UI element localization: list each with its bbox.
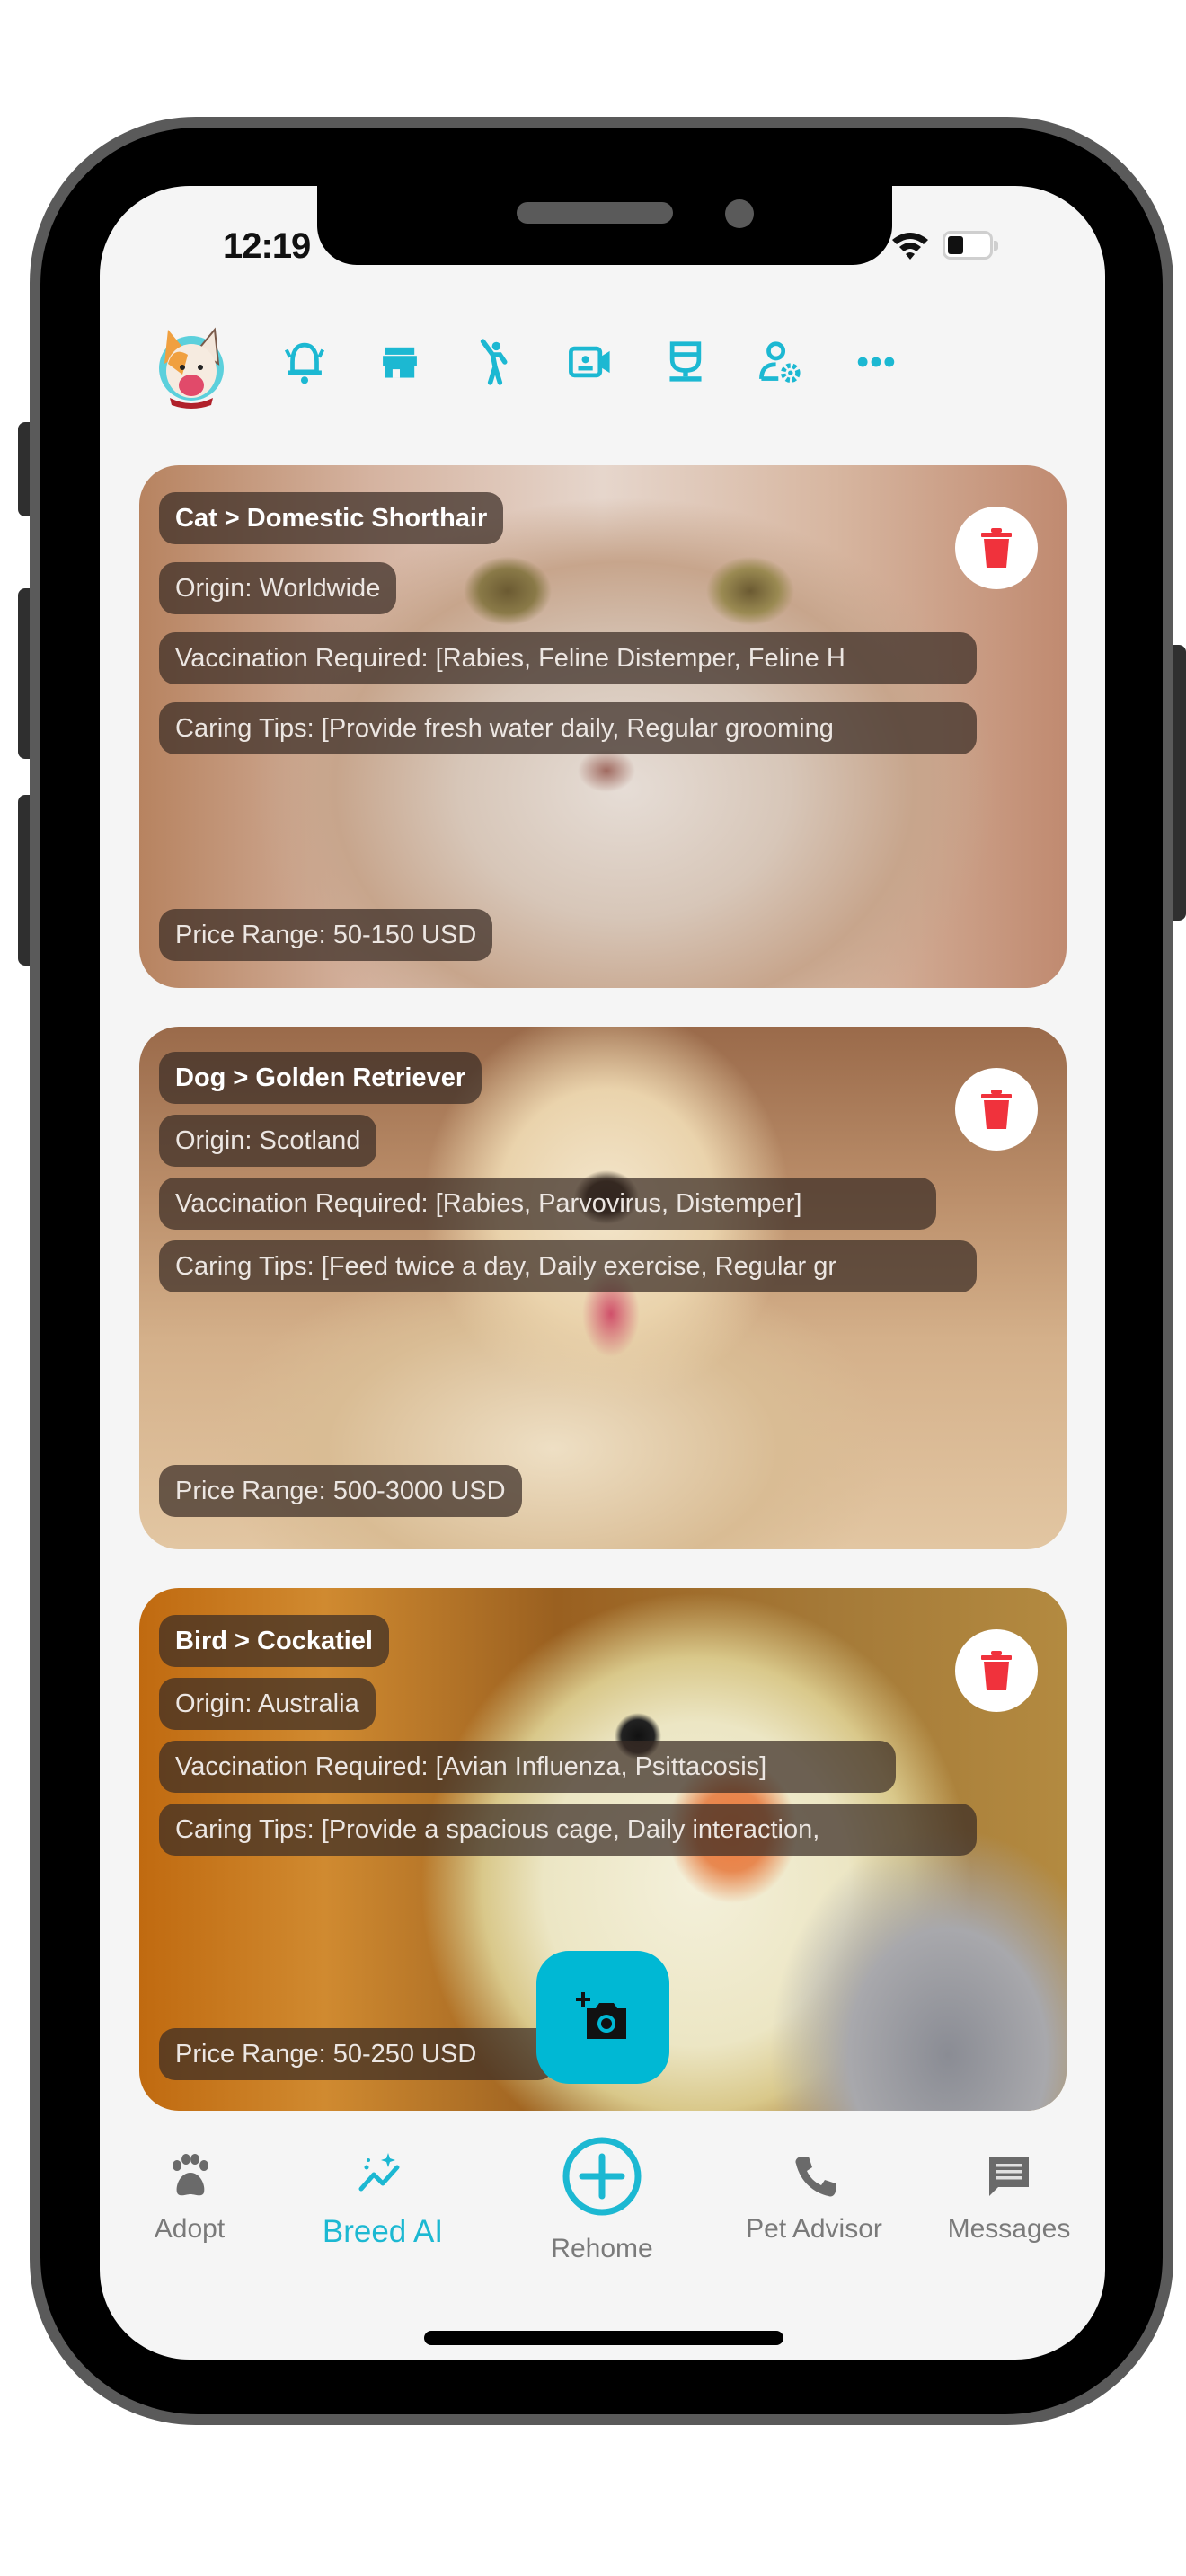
status-time: 12:19 (223, 226, 311, 266)
breed-caring-tips: Caring Tips: [Provide fresh water daily,… (159, 702, 977, 754)
breed-title: Dog > Golden Retriever (159, 1052, 482, 1104)
add-photo-button[interactable] (536, 1951, 669, 2084)
breed-title: Cat > Domestic Shorthair (159, 492, 504, 544)
plus-circle-icon (562, 2137, 642, 2216)
store-icon[interactable] (373, 335, 427, 389)
paw-icon (173, 2154, 208, 2196)
breed-price: Price Range: 500-3000 USD (159, 1465, 522, 1517)
nav-label: Pet Advisor (746, 2214, 882, 2244)
breed-price: Price Range: 50-250 USD (159, 2028, 554, 2080)
breed-price: Price Range: 50-150 USD (159, 909, 493, 961)
bottom-nav: Adopt Breed AI Rehome Pet Advisor Messag… (100, 2135, 1105, 2315)
trash-icon (981, 528, 1012, 568)
add-photo-camera-icon (576, 1992, 626, 2039)
breed-origin: Origin: Worldwide (159, 562, 397, 614)
breed-card[interactable]: Dog > Golden Retriever Origin: Scotland … (139, 1027, 1067, 1549)
nav-breed-ai[interactable]: Breed AI (315, 2151, 450, 2250)
nav-adopt[interactable]: Adopt (136, 2151, 243, 2245)
trash-icon (981, 1090, 1012, 1129)
avatar[interactable] (155, 319, 227, 409)
nav-label: Adopt (154, 2214, 226, 2244)
video-contact-icon[interactable] (563, 335, 617, 389)
breed-vaccination: Vaccination Required: [Rabies, Feline Di… (159, 632, 977, 684)
delete-button[interactable] (955, 1629, 1038, 1712)
sparkle-chart-icon (358, 2153, 400, 2192)
breed-caring-tips: Caring Tips: [Feed twice a day, Daily ex… (159, 1240, 977, 1292)
breed-vaccination: Vaccination Required: [Rabies, Parvoviru… (159, 1178, 936, 1230)
breed-title: Bird > Cockatiel (159, 1615, 389, 1667)
status-icons (890, 229, 998, 261)
home-indicator[interactable] (424, 2331, 783, 2345)
trash-icon (981, 1651, 1012, 1690)
wifi-icon (892, 233, 928, 260)
breed-origin: Origin: Australia (159, 1678, 376, 1730)
nav-messages[interactable]: Messages (937, 2151, 1081, 2245)
delete-button[interactable] (955, 1068, 1038, 1151)
breed-origin: Origin: Scotland (159, 1115, 377, 1167)
top-toolbar (100, 312, 1105, 419)
breed-card[interactable]: Cat > Domestic Shorthair Origin: Worldwi… (139, 465, 1067, 988)
app-screen: 12:19 Cat > Domestic Shorthair Origin: W… (100, 186, 1105, 2360)
alarm-bell-icon[interactable] (278, 335, 332, 389)
nav-pet-advisor[interactable]: Pet Advisor (729, 2151, 899, 2245)
nav-label: Messages (947, 2214, 1071, 2244)
battery-icon (943, 231, 998, 260)
nav-rehome[interactable]: Rehome (535, 2135, 669, 2264)
phone-icon (795, 2157, 836, 2197)
user-settings-icon[interactable] (754, 335, 808, 389)
notch (317, 186, 892, 265)
message-icon (989, 2157, 1029, 2196)
nav-label: Rehome (551, 2234, 653, 2263)
nav-label: Breed AI (322, 2214, 444, 2249)
delete-button[interactable] (955, 507, 1038, 589)
more-dots-icon[interactable] (849, 335, 903, 389)
person-waving-icon[interactable] (468, 335, 522, 389)
breed-caring-tips: Caring Tips: [Provide a spacious cage, D… (159, 1804, 977, 1856)
coffee-cup-icon[interactable] (659, 335, 712, 389)
breed-vaccination: Vaccination Required: [Avian Influenza, … (159, 1741, 896, 1793)
